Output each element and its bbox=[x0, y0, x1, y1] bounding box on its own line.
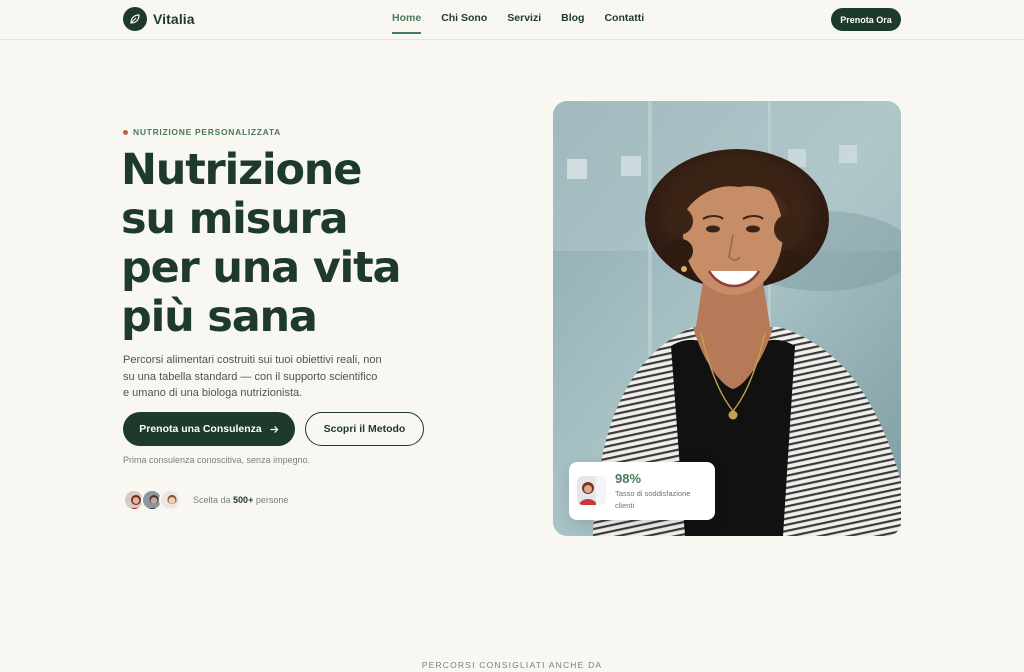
hero-description: Percorsi alimentari costruiti sui tuoi o… bbox=[123, 354, 382, 399]
top-navigation: Vitalia Home Chi Sono Servizi Blog Conta… bbox=[0, 0, 1024, 40]
nav-item-home[interactable]: Home bbox=[392, 12, 422, 34]
stat-value: 98% bbox=[615, 471, 642, 486]
stat-thumbnail bbox=[577, 476, 606, 505]
book-consultation-label: Prenota una Consulenza bbox=[139, 423, 262, 435]
headline-line: su misura bbox=[121, 194, 349, 244]
social-proof: Scelta da 500+ persone bbox=[123, 489, 288, 511]
stat-label: Tasso di soddisfazione clienti bbox=[615, 489, 691, 510]
headline-line: più sana bbox=[121, 292, 318, 342]
main-menu: Home Chi Sono Servizi Blog Contatti bbox=[392, 12, 644, 34]
satisfaction-stat-card: 98% Tasso di soddisfazione clienti bbox=[569, 462, 715, 520]
book-now-button[interactable]: Prenota Ora bbox=[831, 8, 901, 31]
discover-method-button[interactable]: Scopri il Metodo bbox=[305, 412, 424, 446]
cta-note: Prima consulenza conoscitiva, senza impe… bbox=[123, 455, 311, 465]
headline-line: Nutrizione bbox=[121, 145, 362, 195]
recommended-by-label: PERCORSI CONSIGLIATI ANCHE DA bbox=[421, 660, 603, 670]
headline-line: per una vita bbox=[121, 243, 401, 293]
hero-headline: Nutrizione su misura per una vita più sa… bbox=[121, 146, 421, 342]
leaf-icon bbox=[123, 7, 147, 31]
brand-logo[interactable]: Vitalia bbox=[123, 7, 195, 31]
avatar bbox=[159, 489, 181, 511]
arrow-right-icon bbox=[270, 425, 279, 433]
book-consultation-button[interactable]: Prenota una Consulenza bbox=[123, 412, 295, 446]
brand-name: Vitalia bbox=[153, 11, 195, 27]
nav-item-servizi[interactable]: Servizi bbox=[507, 12, 541, 34]
dot-icon bbox=[123, 129, 128, 135]
social-proof-text: Scelta da 500+ persone bbox=[193, 495, 289, 505]
nav-item-contatti[interactable]: Contatti bbox=[604, 12, 644, 34]
eyebrow-label: NUTRIZIONE PERSONALIZZATA bbox=[133, 127, 281, 137]
nav-item-chi-sono[interactable]: Chi Sono bbox=[441, 12, 487, 34]
hero-eyebrow: NUTRIZIONE PERSONALIZZATA bbox=[123, 127, 281, 137]
nav-item-blog[interactable]: Blog bbox=[561, 12, 584, 34]
